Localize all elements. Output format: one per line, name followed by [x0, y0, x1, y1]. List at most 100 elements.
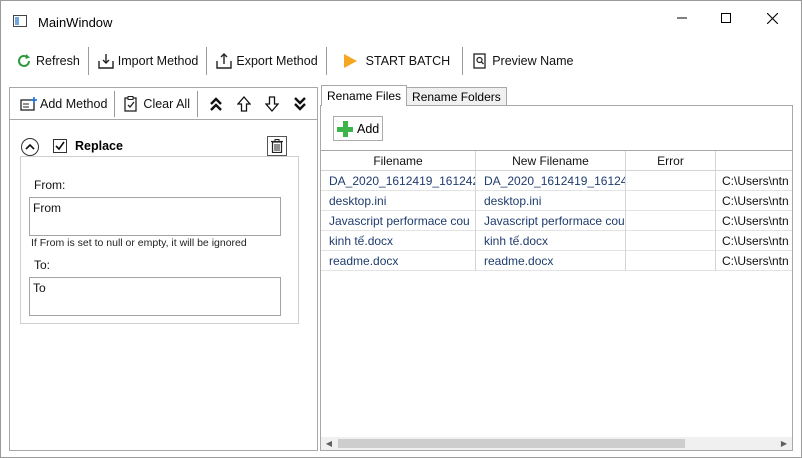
to-label: To:: [34, 258, 51, 272]
grid-header: Filename New Filename Error: [321, 151, 792, 171]
chevron-up-icon: [25, 143, 35, 150]
column-header-error[interactable]: Error: [626, 151, 716, 171]
error-cell: [626, 251, 716, 271]
add-method-icon: [19, 95, 37, 113]
arrow-up-icon: [236, 95, 251, 112]
method-title: Replace: [75, 139, 123, 153]
move-to-bottom-button[interactable]: [286, 89, 314, 119]
error-cell: [626, 211, 716, 231]
move-down-button[interactable]: [258, 89, 286, 119]
start-batch-button[interactable]: START BATCH: [329, 45, 457, 77]
table-row[interactable]: DA_2020_1612419_161242 DA_2020_1612419_1…: [321, 171, 792, 191]
clear-all-button[interactable]: Clear All: [119, 89, 193, 119]
import-method-label: Import Method: [117, 54, 199, 68]
collapse-button[interactable]: [21, 138, 39, 156]
title-bar: MainWindow: [1, 1, 801, 35]
path-cell: C:\Users\ntn: [722, 234, 789, 248]
window-title: MainWindow: [38, 15, 113, 30]
new-filename-cell: kinh tế.docx: [476, 231, 626, 251]
tab-rename-files[interactable]: Rename Files: [321, 85, 408, 106]
methods-panel: Add Method Clear All Replace From: From …: [9, 87, 318, 451]
minimize-button[interactable]: [659, 1, 705, 35]
column-header-new-filename[interactable]: New Filename: [476, 151, 626, 171]
toolbar-separator: [87, 47, 89, 75]
refresh-icon: [15, 52, 33, 70]
export-method-label: Export Method: [236, 54, 318, 68]
to-input[interactable]: To: [29, 277, 281, 316]
preview-name-label: Preview Name: [492, 54, 574, 68]
method-settings: From: From If From is set to null or emp…: [20, 156, 299, 324]
error-cell: [626, 171, 716, 191]
method-enabled-checkbox[interactable]: [53, 139, 67, 153]
rename-files-panel: Add Filename New Filename Error DA_2020_…: [320, 105, 793, 451]
table-row[interactable]: desktop.ini desktop.ini C:\Users\ntn: [321, 191, 792, 211]
preview-name-button[interactable]: Preview Name: [465, 45, 579, 77]
filename-cell: desktop.ini: [321, 191, 476, 211]
path-cell: C:\Users\ntn: [722, 194, 789, 208]
column-header-path[interactable]: [716, 151, 792, 171]
add-files-label: Add: [357, 121, 380, 136]
move-up-button[interactable]: [230, 89, 258, 119]
refresh-button[interactable]: Refresh: [9, 45, 86, 77]
toolbar-separator: [325, 47, 327, 75]
add-method-button[interactable]: Add Method: [16, 89, 110, 119]
main-window: MainWindow Refresh Import Method Export …: [0, 0, 802, 458]
add-files-button[interactable]: Add: [333, 116, 383, 141]
preview-icon: [471, 52, 489, 70]
scrollbar-thumb[interactable]: [338, 439, 685, 448]
app-icon: [13, 15, 27, 27]
start-batch-label: START BATCH: [365, 54, 451, 68]
plus-icon: [337, 120, 353, 137]
toolbar-separator: [206, 47, 208, 75]
from-hint: If From is set to null or empty, it will…: [31, 237, 247, 249]
horizontal-scrollbar[interactable]: ◀ ▶: [321, 437, 792, 450]
import-method-button[interactable]: Import Method: [91, 45, 205, 77]
checkmark-icon: [55, 141, 65, 151]
table-row[interactable]: kinh tế.docx kinh tế.docx C:\Users\ntn: [321, 231, 792, 251]
methods-toolbar-separator: [196, 90, 198, 117]
path-cell: C:\Users\ntn: [722, 254, 789, 268]
import-icon: [97, 52, 115, 70]
replace-method-card: Replace From: From If From is set to nul…: [12, 126, 315, 326]
new-filename-cell: desktop.ini: [476, 191, 626, 211]
from-label: From:: [34, 178, 66, 192]
methods-toolbar: Add Method Clear All: [10, 88, 317, 120]
table-row[interactable]: Javascript performace cou Javascript per…: [321, 211, 792, 231]
export-method-button[interactable]: Export Method: [209, 45, 323, 77]
toolbar-separator: [462, 47, 464, 75]
table-row[interactable]: readme.docx readme.docx C:\Users\ntn: [321, 251, 792, 271]
new-filename-cell: DA_2020_1612419_161242: [476, 171, 626, 191]
error-cell: [626, 231, 716, 251]
refresh-label: Refresh: [36, 54, 80, 68]
tab-rename-folders[interactable]: Rename Folders: [406, 87, 507, 106]
play-icon: [341, 52, 359, 70]
methods-toolbar-separator: [114, 90, 116, 117]
move-to-top-button[interactable]: [202, 89, 230, 119]
scroll-left-icon[interactable]: ◀: [321, 437, 337, 450]
arrow-down-icon: [264, 95, 279, 112]
delete-method-button[interactable]: [267, 136, 287, 156]
trash-icon: [271, 139, 283, 153]
close-button[interactable]: [749, 1, 795, 35]
filename-cell: kinh tế.docx: [321, 231, 476, 251]
filename-cell: readme.docx: [321, 251, 476, 271]
main-toolbar: Refresh Import Method Export Method STAR…: [9, 45, 579, 77]
minimize-icon: [677, 17, 687, 19]
close-icon: [766, 12, 778, 24]
export-icon: [215, 52, 233, 70]
filename-cell: DA_2020_1612419_161242: [321, 171, 476, 191]
clear-all-icon: [122, 95, 140, 113]
double-chevron-down-icon: [294, 96, 306, 111]
from-input[interactable]: From: [29, 197, 281, 236]
grid-body: DA_2020_1612419_161242 DA_2020_1612419_1…: [321, 171, 792, 271]
path-cell: C:\Users\ntn: [722, 174, 789, 188]
scroll-right-icon[interactable]: ▶: [776, 437, 792, 450]
double-chevron-up-icon: [210, 96, 222, 111]
rename-tabs: Rename Files Rename Folders: [321, 85, 507, 106]
error-cell: [626, 191, 716, 211]
maximize-icon: [721, 13, 731, 23]
column-header-filename[interactable]: Filename: [321, 151, 476, 171]
path-cell: C:\Users\ntn: [722, 214, 789, 228]
clear-all-label: Clear All: [143, 96, 190, 111]
maximize-button[interactable]: [703, 1, 749, 35]
